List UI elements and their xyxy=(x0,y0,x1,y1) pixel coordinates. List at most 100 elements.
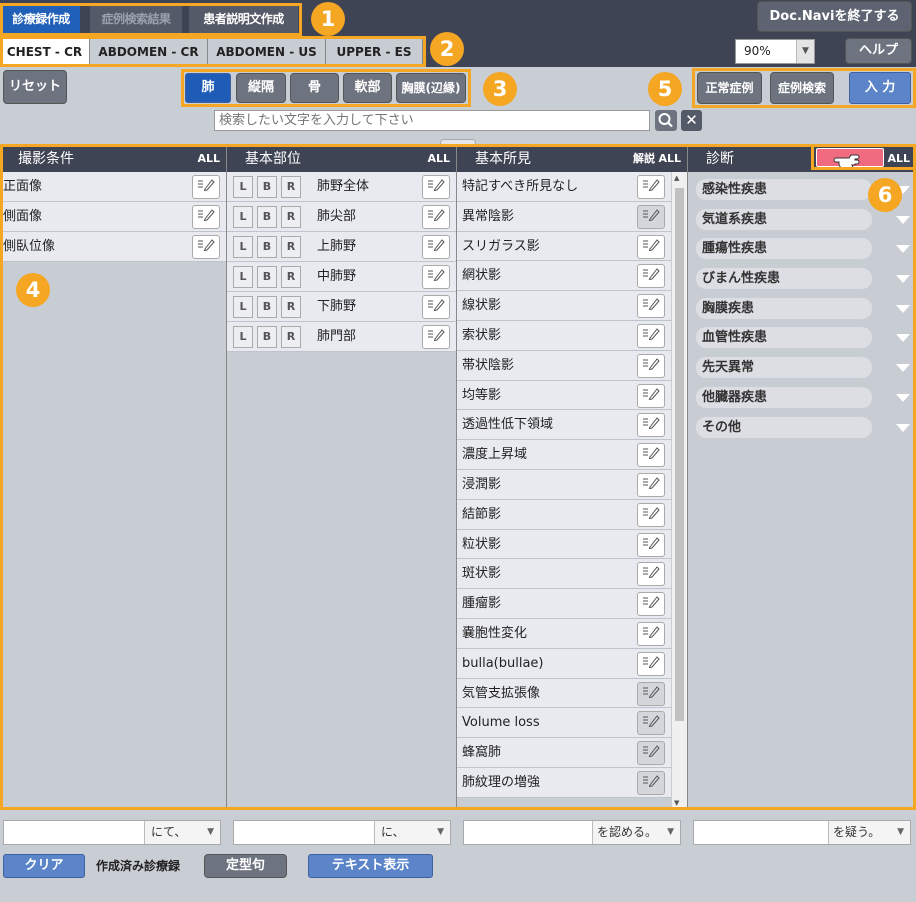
both-sides-button[interactable]: B xyxy=(257,266,277,288)
chevron-down-icon[interactable] xyxy=(896,334,910,343)
both-sides-button[interactable]: B xyxy=(257,326,277,348)
list-item[interactable]: 側臥位像 xyxy=(0,232,226,262)
edit-icon[interactable] xyxy=(637,264,665,289)
right-side-button[interactable]: R xyxy=(281,206,301,228)
case-search-button[interactable]: 症例検索 xyxy=(770,72,834,104)
help-button[interactable]: ヘルプ xyxy=(845,38,912,64)
edit-icon[interactable] xyxy=(637,502,665,527)
edit-icon[interactable] xyxy=(637,353,665,378)
left-side-button[interactable]: L xyxy=(233,296,253,318)
edit-icon[interactable] xyxy=(637,323,665,348)
edit-icon[interactable] xyxy=(637,443,665,468)
list-item[interactable]: 結節影 xyxy=(457,499,671,530)
scroll-up-icon[interactable]: ▲ xyxy=(674,174,679,182)
scroll-down-icon[interactable]: ▼ xyxy=(674,799,679,807)
explain-button[interactable]: 解説 xyxy=(633,146,655,172)
list-item[interactable]: 蜂窩肺 xyxy=(457,738,671,768)
select-all-button[interactable]: ALL xyxy=(197,146,220,172)
clear-search-icon[interactable]: ✕ xyxy=(681,110,702,131)
findings-scrollbar[interactable]: ▲ ▼ xyxy=(671,172,687,809)
left-side-button[interactable]: L xyxy=(233,206,253,228)
template-phrase-button[interactable]: 定型句 xyxy=(204,854,287,878)
list-item[interactable]: L B R 中肺野 xyxy=(227,262,456,292)
edit-icon[interactable] xyxy=(637,621,665,646)
organ-tab-soft-tissue[interactable]: 軟部 xyxy=(343,73,392,103)
list-item[interactable]: 索状影 xyxy=(457,320,671,351)
list-item[interactable]: 他臓器疾患 xyxy=(688,383,916,413)
search-input[interactable] xyxy=(214,110,650,131)
tab-abdomen-us[interactable]: ABDOMEN - US xyxy=(208,38,326,66)
list-item[interactable]: 側面像 xyxy=(0,202,226,232)
list-item[interactable]: 血管性疾患 xyxy=(688,323,916,353)
right-side-button[interactable]: R xyxy=(281,326,301,348)
edit-icon[interactable] xyxy=(422,175,450,199)
edit-icon[interactable] xyxy=(192,205,220,229)
edit-icon[interactable] xyxy=(637,770,665,795)
phrase-combo-2[interactable]: に、 ▼ xyxy=(233,820,451,845)
list-item[interactable]: 気管支拡張像 xyxy=(457,678,671,709)
list-item[interactable]: 浸潤影 xyxy=(457,469,671,500)
both-sides-button[interactable]: B xyxy=(257,206,277,228)
tab-patient-explanation[interactable]: 患者説明文作成 xyxy=(189,5,298,33)
list-item[interactable]: 斑状影 xyxy=(457,559,671,590)
list-item[interactable]: L B R 肺尖部 xyxy=(227,202,456,232)
edit-icon[interactable] xyxy=(637,532,665,557)
exit-button[interactable]: Doc.Naviを終了する xyxy=(757,1,912,32)
left-side-button[interactable]: L xyxy=(233,176,253,198)
search-icon[interactable] xyxy=(655,110,677,131)
tab-upper-es[interactable]: UPPER - ES xyxy=(326,38,423,66)
left-side-button[interactable]: L xyxy=(233,326,253,348)
right-side-button[interactable]: R xyxy=(281,296,301,318)
phrase-combo-4[interactable]: を疑う。 ▼ xyxy=(693,820,911,845)
chevron-down-icon[interactable] xyxy=(896,364,910,373)
list-item[interactable]: 異常陰影 xyxy=(457,201,671,232)
edit-icon[interactable] xyxy=(637,711,665,736)
tab-case-search-results[interactable]: 症例検索結果 xyxy=(90,5,182,33)
list-item[interactable]: 網状影 xyxy=(457,261,671,292)
list-item[interactable]: L B R 上肺野 xyxy=(227,232,456,262)
list-item[interactable]: 粒状影 xyxy=(457,529,671,560)
organ-tab-mediastinum[interactable]: 縦隔 xyxy=(236,73,286,103)
select-all-button[interactable]: ALL xyxy=(887,146,910,172)
list-item[interactable]: 濃度上昇域 xyxy=(457,440,671,470)
edit-icon[interactable] xyxy=(637,383,665,408)
splitter-handle[interactable] xyxy=(440,139,476,146)
list-item[interactable]: 透過性低下領域 xyxy=(457,410,671,441)
organ-tab-bone[interactable]: 骨 xyxy=(290,73,339,103)
chevron-down-icon[interactable] xyxy=(896,245,910,254)
edit-icon[interactable] xyxy=(422,325,450,349)
list-item[interactable]: L B R 肺野全体 xyxy=(227,172,456,202)
edit-icon[interactable] xyxy=(637,175,665,199)
chevron-down-icon[interactable] xyxy=(896,215,910,224)
edit-icon[interactable] xyxy=(637,741,665,766)
list-item[interactable]: びまん性疾患 xyxy=(688,264,916,294)
edit-icon[interactable] xyxy=(637,651,665,676)
right-side-button[interactable]: R xyxy=(281,176,301,198)
edit-icon[interactable] xyxy=(637,562,665,587)
tab-abdomen-cr[interactable]: ABDOMEN - CR xyxy=(90,38,208,66)
edit-icon[interactable] xyxy=(637,234,665,259)
edit-icon[interactable] xyxy=(637,592,665,617)
chevron-down-icon[interactable] xyxy=(896,393,910,402)
zoom-select[interactable]: 90% ▼ xyxy=(735,39,815,64)
edit-icon[interactable] xyxy=(422,205,450,229)
right-side-button[interactable]: R xyxy=(281,266,301,288)
phrase-combo-1[interactable]: にて、 ▼ xyxy=(3,820,221,845)
edit-icon[interactable] xyxy=(637,294,665,319)
chevron-down-icon[interactable] xyxy=(896,304,910,313)
select-all-button[interactable]: ALL xyxy=(658,146,681,172)
list-item[interactable]: スリガラス影 xyxy=(457,231,671,262)
both-sides-button[interactable]: B xyxy=(257,176,277,198)
list-item[interactable]: 正面像 xyxy=(0,172,226,202)
edit-icon[interactable] xyxy=(637,413,665,438)
list-item[interactable]: 均等影 xyxy=(457,380,671,411)
edit-icon[interactable] xyxy=(637,681,665,706)
edit-icon[interactable] xyxy=(422,235,450,259)
right-side-button[interactable]: R xyxy=(281,236,301,258)
edit-icon[interactable] xyxy=(422,265,450,289)
text-view-button[interactable]: テキスト表示 xyxy=(308,854,433,878)
both-sides-button[interactable]: B xyxy=(257,236,277,258)
list-item[interactable]: 腫瘍性疾患 xyxy=(688,234,916,264)
both-sides-button[interactable]: B xyxy=(257,296,277,318)
list-item[interactable]: L B R 肺門部 xyxy=(227,322,456,352)
